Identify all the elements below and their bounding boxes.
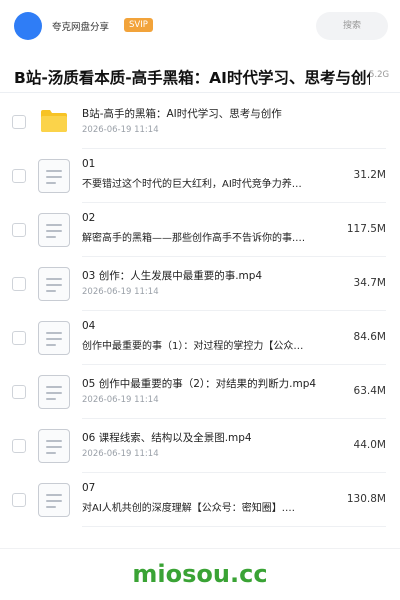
list-item[interactable]: 07 对AI人机共创的深度理解【公众号：密知圈】.… 130.8M	[0, 473, 400, 527]
file-name: 03 创作：人生发展中最重要的事.mp4	[82, 270, 263, 282]
list-item[interactable]: 01 不要错过这个时代的巨大红利，AI时代竞争力养… 31.2M	[0, 149, 400, 203]
divider	[0, 92, 400, 93]
file-size: 117.5M	[346, 223, 386, 235]
file-name-continued: 创作中最重要的事（1）：对过程的掌控力【公众…	[82, 341, 304, 352]
file-name: 01	[82, 158, 96, 170]
select-checkbox[interactable]	[12, 439, 26, 453]
file-size: 84.6M	[353, 331, 386, 343]
divider	[0, 548, 400, 549]
file-name: 05 创作中最重要的事（2）：对结果的判断力.mp4	[82, 378, 317, 390]
file-size: 44.0M	[353, 439, 386, 451]
list-item[interactable]: 04 创作中最重要的事（1）：对过程的掌控力【公众… 84.6M	[0, 311, 400, 365]
list-item[interactable]: B站-高手的黑箱：AI时代学习、思考与创作 2026-06-19 11:14	[0, 95, 400, 149]
page-title: B站-汤质看本质-高手黑箱：AI时代学习、思考与创作	[14, 69, 370, 87]
select-checkbox[interactable]	[12, 385, 26, 399]
select-checkbox[interactable]	[12, 115, 26, 129]
folder-icon	[38, 105, 70, 139]
document-icon	[38, 321, 70, 355]
svip-badge: SVIP	[124, 18, 153, 32]
username: 夸克网盘分享	[52, 22, 110, 33]
list-item[interactable]: 06 课程线索、结构以及全景图.mp4 2026-06-19 11:14 44.0M	[0, 419, 400, 473]
file-name-continued: 解密高手的黑箱——那些创作高手不告诉你的事.…	[82, 233, 306, 244]
file-size: 34.7M	[353, 277, 386, 289]
folder-total-size: 5.2G	[369, 70, 390, 80]
file-size: 63.4M	[353, 385, 386, 397]
file-date: 2026-06-19 11:14	[82, 449, 159, 459]
file-name: B站-高手的黑箱：AI时代学习、思考与创作	[82, 108, 282, 120]
select-checkbox[interactable]	[12, 493, 26, 507]
file-date: 2026-06-19 11:14	[82, 125, 159, 135]
search-input[interactable]: 搜索	[316, 12, 388, 40]
file-name-continued: 不要错过这个时代的巨大红利，AI时代竞争力养…	[82, 179, 302, 190]
file-name: 04	[82, 320, 96, 332]
select-checkbox[interactable]	[12, 277, 26, 291]
file-size: 130.8M	[346, 493, 386, 505]
file-name-continued: 对AI人机共创的深度理解【公众号：密知圈】.…	[82, 503, 295, 514]
list-item[interactable]: 03 创作：人生发展中最重要的事.mp4 2026-06-19 11:14 34.7…	[0, 257, 400, 311]
divider	[82, 526, 386, 527]
file-name: 07	[82, 482, 96, 494]
select-checkbox[interactable]	[12, 169, 26, 183]
list-item[interactable]: 05 创作中最重要的事（2）：对结果的判断力.mp4 2026-06-19 11:…	[0, 365, 400, 419]
watermark: miosou.cc	[132, 560, 268, 588]
file-date: 2026-06-19 11:14	[82, 395, 159, 405]
select-checkbox[interactable]	[12, 331, 26, 345]
file-name: 02	[82, 212, 96, 224]
header: 夸克网盘分享 SVIP 搜索	[0, 0, 400, 52]
select-checkbox[interactable]	[12, 223, 26, 237]
document-icon	[38, 213, 70, 247]
document-icon	[38, 483, 70, 517]
file-name: 06 课程线索、结构以及全景图.mp4	[82, 432, 252, 444]
list-item[interactable]: 02 解密高手的黑箱——那些创作高手不告诉你的事.… 117.5M	[0, 203, 400, 257]
file-date: 2026-06-19 11:14	[82, 287, 159, 297]
document-icon	[38, 429, 70, 463]
file-size: 31.2M	[353, 169, 386, 181]
folder-title-row: B站-汤质看本质-高手黑箱：AI时代学习、思考与创作 5.2G	[0, 62, 400, 90]
avatar[interactable]	[14, 12, 42, 40]
document-icon	[38, 159, 70, 193]
document-icon	[38, 375, 70, 409]
document-icon	[38, 267, 70, 301]
